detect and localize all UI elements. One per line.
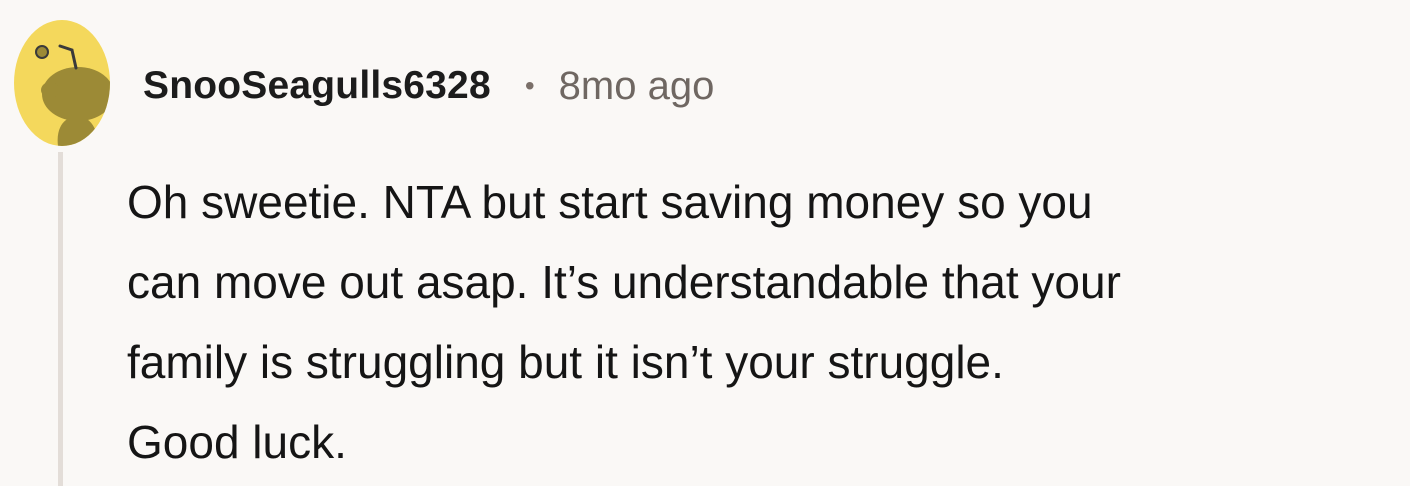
comment: SnooSeagulls6328 • 8mo ago Oh sweetie. N… — [0, 0, 1410, 486]
comment-body-line: can move out asap. It’s understandable t… — [127, 256, 1121, 308]
separator-dot: • — [524, 70, 535, 101]
comment-body-line: Oh sweetie. NTA but start saving money s… — [127, 176, 1093, 228]
comment-body-line: Good luck. — [127, 416, 347, 468]
avatar[interactable] — [14, 20, 110, 146]
snoo-avatar-icon — [14, 20, 110, 146]
comment-header: SnooSeagulls6328 • 8mo ago — [143, 56, 714, 116]
author-username[interactable]: SnooSeagulls6328 — [143, 64, 491, 108]
thread-line[interactable] — [58, 152, 63, 486]
comment-body-line: family is struggling but it isn’t your s… — [127, 336, 1004, 388]
comment-body: Oh sweetie. NTA but start saving money s… — [127, 162, 1397, 482]
comment-timestamp[interactable]: 8mo ago — [559, 64, 715, 109]
